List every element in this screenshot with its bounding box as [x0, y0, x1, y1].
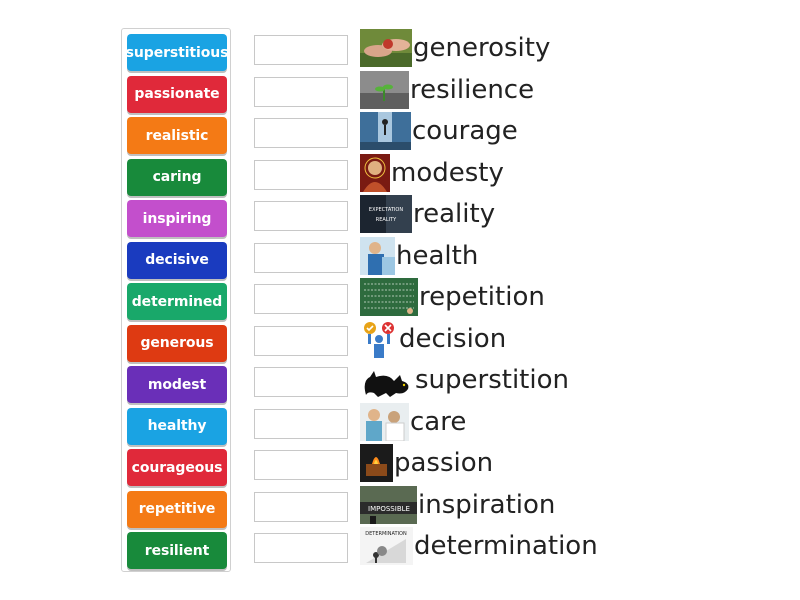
word-tile-caring[interactable]: caring — [127, 158, 227, 196]
drop-slot-10[interactable] — [254, 408, 348, 439]
decision-icon — [360, 319, 398, 358]
noun-row-decision: decision — [360, 319, 506, 359]
noun-label: passion — [394, 448, 494, 478]
drop-slot-5[interactable] — [254, 201, 348, 231]
word-tile-generous[interactable]: generous — [127, 324, 227, 362]
noun-row-care: care — [360, 402, 466, 442]
drop-slot-2[interactable] — [254, 76, 348, 107]
noun-label: repetition — [419, 282, 545, 312]
word-bank: superstitious passionate realistic caring in… — [121, 28, 231, 572]
passion-photo-image — [360, 444, 393, 482]
drop-slot-9[interactable] — [254, 367, 348, 397]
drop-slot-13[interactable] — [254, 533, 348, 563]
word-tile-passionate[interactable]: passionate — [127, 75, 227, 113]
black-cat-icon — [360, 361, 414, 399]
drop-slot-6[interactable] — [254, 242, 348, 273]
word-tile-determined[interactable]: determined — [127, 283, 227, 320]
svg-text:EXPECTATION: EXPECTATION — [369, 207, 403, 213]
word-tile-repetitive[interactable]: repetitive — [127, 490, 227, 528]
determination-photo-image: DETERMINATION — [360, 527, 413, 565]
noun-label: reality — [413, 199, 496, 229]
inspiration-photo-image: IMPOSSIBLE — [360, 485, 417, 524]
noun-label: decision — [399, 323, 507, 354]
noun-label: care — [410, 406, 467, 437]
noun-row-passion: passion — [360, 443, 493, 483]
word-tile-superstitious[interactable]: superstitious — [126, 34, 228, 71]
generosity-photo-image — [360, 29, 412, 67]
drop-slot-4[interactable] — [254, 159, 348, 190]
noun-row-resilience: resilience — [360, 70, 534, 110]
resilience-photo-image — [360, 70, 409, 109]
reality-photo-image: EXPECTATION REALITY — [360, 195, 412, 233]
courage-photo-image — [360, 112, 411, 150]
drop-slot-11[interactable] — [254, 450, 348, 480]
drop-slot-7[interactable] — [254, 284, 348, 314]
noun-row-determination: DETERMINATION determination — [360, 526, 598, 566]
noun-row-superstition: superstition — [360, 360, 569, 400]
word-tile-decisive[interactable]: decisive — [127, 241, 227, 279]
word-tile-resilient[interactable]: resilient — [127, 532, 227, 569]
noun-row-generosity: generosity — [360, 28, 550, 68]
noun-label: inspiration — [418, 489, 556, 520]
word-tile-courageous[interactable]: courageous — [127, 449, 227, 486]
svg-text:DETERMINATION: DETERMINATION — [365, 531, 407, 537]
noun-row-modesty: modesty — [360, 153, 504, 193]
noun-label: courage — [412, 116, 518, 146]
drop-slot-3[interactable] — [254, 118, 348, 148]
svg-text:IMPOSSIBLE: IMPOSSIBLE — [368, 505, 410, 513]
drop-slot-8[interactable] — [254, 325, 348, 356]
word-tile-healthy[interactable]: healthy — [127, 407, 227, 445]
word-tile-modest[interactable]: modest — [127, 366, 227, 403]
svg-text:REALITY: REALITY — [376, 217, 397, 223]
noun-row-health: health — [360, 236, 478, 276]
drop-slot-1[interactable] — [254, 35, 348, 65]
noun-label: resilience — [410, 74, 535, 105]
noun-label: generosity — [413, 33, 551, 63]
noun-row-reality: EXPECTATION REALITY reality — [360, 194, 495, 234]
noun-label: determination — [414, 531, 598, 561]
repetition-photo-image — [360, 278, 418, 316]
noun-label: health — [396, 240, 479, 271]
noun-row-courage: courage — [360, 111, 518, 151]
care-photo-image — [360, 402, 409, 441]
word-tile-inspiring[interactable]: inspiring — [127, 200, 227, 237]
modesty-photo-image — [360, 153, 390, 192]
drop-slot-12[interactable] — [254, 491, 348, 522]
word-tile-realistic[interactable]: realistic — [127, 117, 227, 154]
health-photo-image — [360, 236, 395, 275]
noun-row-inspiration: IMPOSSIBLE inspiration — [360, 485, 555, 525]
noun-label: modesty — [391, 157, 504, 188]
noun-label: superstition — [415, 365, 569, 395]
noun-row-repetition: repetition — [360, 277, 545, 317]
